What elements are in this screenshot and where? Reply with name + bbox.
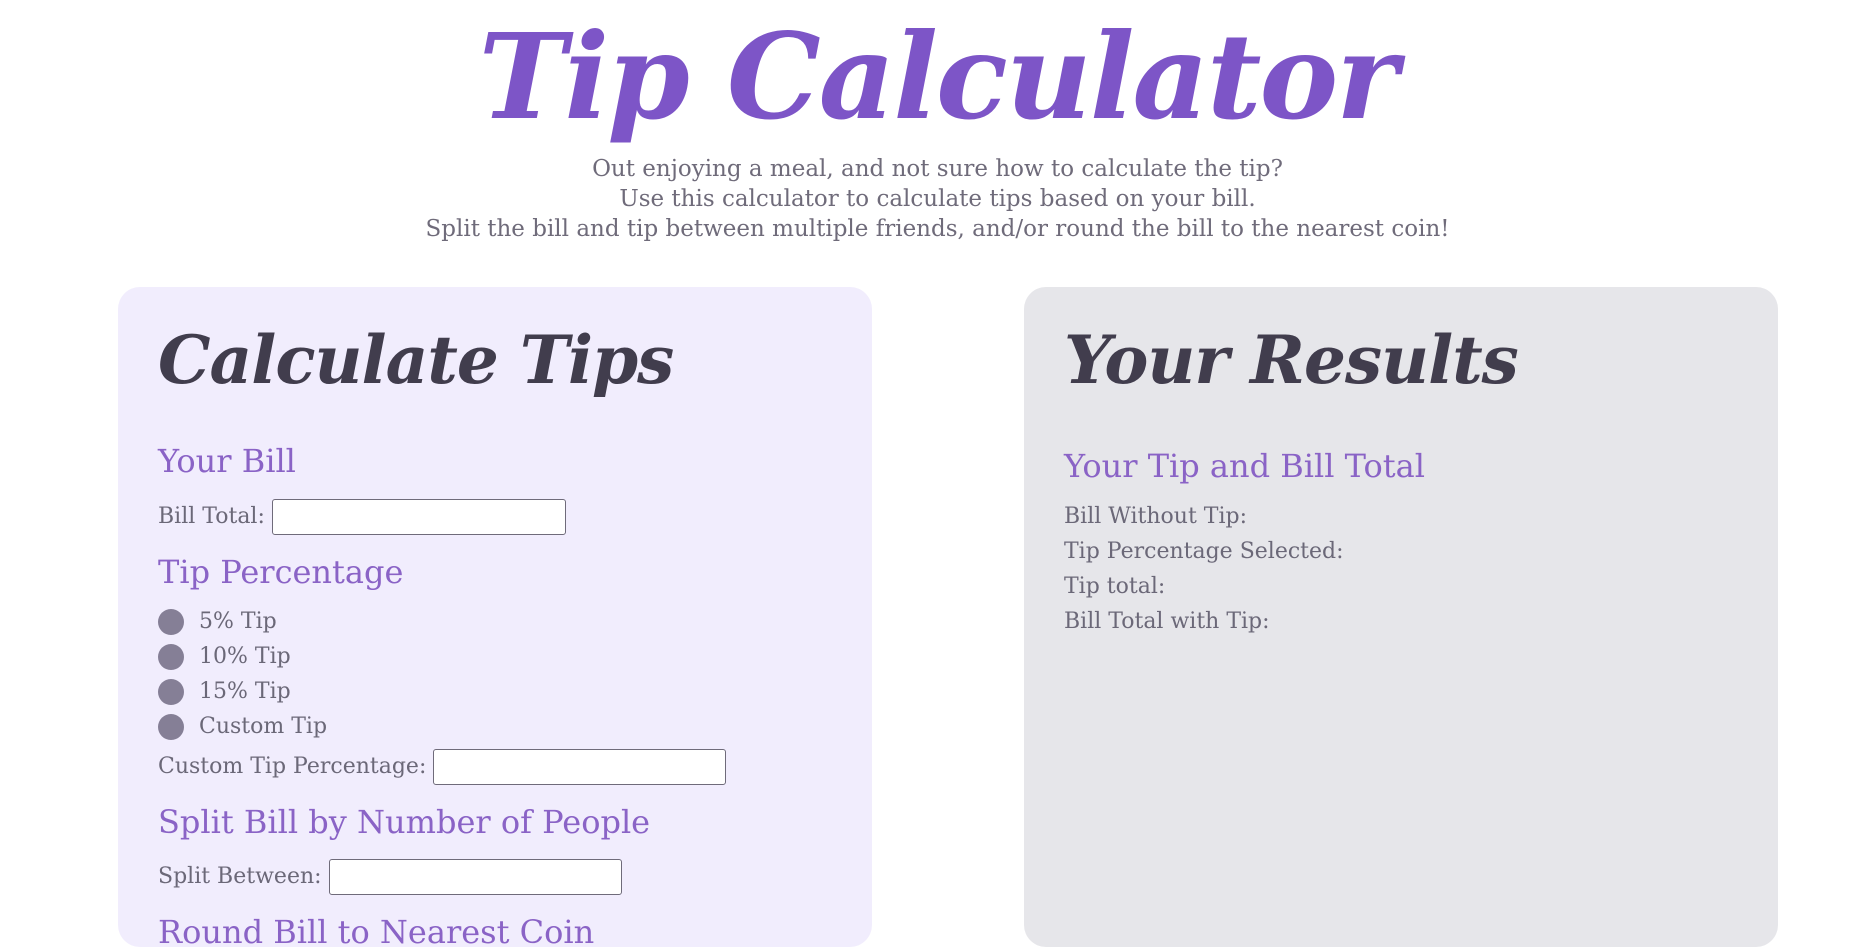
calculate-tips-heading: Calculate Tips <box>158 321 674 399</box>
split-between-row: Split Between: <box>158 857 622 897</box>
intro-line: Use this calculator to calculate tips ba… <box>619 186 1256 212</box>
split-between-input[interactable] <box>328 859 622 895</box>
results-panel: Your Results Your Tip and Bill Total Bil… <box>1024 287 1778 947</box>
intro-line: Out enjoying a meal, and not sure how to… <box>592 156 1283 182</box>
split-bill-heading: Split Bill by Number of People <box>158 803 651 841</box>
split-between-label: Split Between: <box>158 864 322 889</box>
radio-button[interactable] <box>158 714 184 740</box>
intro-line: Split the bill and tip between multiple … <box>425 216 1450 242</box>
your-results-heading: Your Results <box>1064 321 1519 399</box>
tip-percentage-selected: Tip Percentage Selected: <box>1064 539 1344 564</box>
intro-text: Out enjoying a meal, and not sure how to… <box>0 154 1875 244</box>
bill-without-tip: Bill Without Tip: <box>1064 504 1247 529</box>
tip-option-label: 5% Tip <box>199 609 277 634</box>
tip-option-label: 10% Tip <box>199 644 291 669</box>
custom-tip-row: Custom Tip Percentage: <box>158 747 727 787</box>
radio-button[interactable] <box>158 644 184 670</box>
custom-tip-input[interactable] <box>433 749 727 785</box>
tip-option-15[interactable]: 15% Tip <box>158 677 291 707</box>
tip-option-5[interactable]: 5% Tip <box>158 607 277 637</box>
tip-percentage-heading: Tip Percentage <box>158 553 404 591</box>
radio-button[interactable] <box>158 679 184 705</box>
bill-total-label: Bill Total: <box>158 504 265 529</box>
tip-bill-total-heading: Your Tip and Bill Total <box>1064 447 1425 485</box>
tip-option-custom[interactable]: Custom Tip <box>158 712 327 742</box>
custom-tip-label: Custom Tip Percentage: <box>158 754 427 779</box>
tip-total: Tip total: <box>1064 574 1166 599</box>
round-bill-heading: Round Bill to Nearest Coin <box>158 913 595 951</box>
tip-option-label: Custom Tip <box>199 714 328 739</box>
tip-option-label: 15% Tip <box>199 679 291 704</box>
radio-button[interactable] <box>158 609 184 635</box>
page-title: Tip Calculator <box>478 7 1399 146</box>
bill-total-row: Bill Total: <box>158 497 566 537</box>
calculate-tips-panel: Calculate Tips Your Bill Bill Total: Tip… <box>118 287 872 951</box>
your-bill-heading: Your Bill <box>158 442 296 480</box>
bill-total-input[interactable] <box>271 499 566 535</box>
bill-total-with-tip: Bill Total with Tip: <box>1064 609 1270 634</box>
tip-option-10[interactable]: 10% Tip <box>158 642 291 672</box>
